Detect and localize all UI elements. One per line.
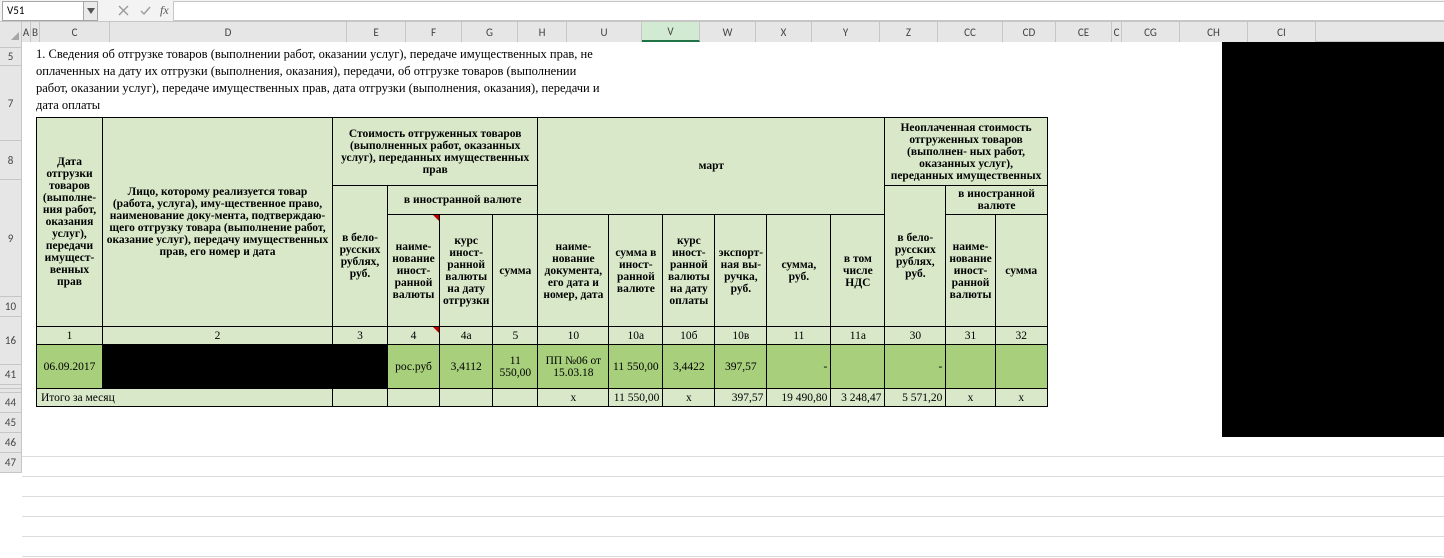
col-header-bel: в бело- русских рублях, руб. bbox=[333, 186, 388, 327]
fx-label: fx bbox=[156, 3, 173, 18]
column-header[interactable]: D bbox=[110, 22, 347, 42]
empty-grid-area[interactable] bbox=[22, 437, 1444, 557]
col-header-rate-pay: курс иност- ранной валюты на дату оплаты bbox=[663, 215, 715, 327]
col-header-foreign-group: в иностранной валюте bbox=[388, 186, 538, 215]
col-header-doc: наиме- нование документа, его дата и ном… bbox=[538, 215, 609, 327]
column-header[interactable]: G bbox=[462, 22, 518, 42]
column-header[interactable]: CG bbox=[1122, 22, 1180, 42]
check-icon bbox=[140, 5, 151, 16]
cell-sum-cur: 11 550,00 bbox=[609, 345, 663, 389]
column-header[interactable]: U bbox=[567, 22, 642, 42]
row-header[interactable]: 41 bbox=[0, 365, 21, 385]
col-header-sum: сумма bbox=[493, 215, 538, 327]
column-header[interactable]: V bbox=[642, 22, 700, 42]
row-header[interactable]: 16 bbox=[0, 317, 21, 365]
column-header[interactable]: E bbox=[347, 22, 406, 42]
column-header[interactable]: A bbox=[22, 22, 31, 42]
cell-currency: рос.руб bbox=[388, 345, 440, 389]
cell-unpaid-sum bbox=[995, 345, 1047, 389]
col-header-cur-name: наиме- нование иност- ранной валюты bbox=[388, 215, 440, 327]
cell-unpaid-bel: - bbox=[885, 345, 946, 389]
col-header-person: Лицо, которому реализуется товар (работа… bbox=[103, 118, 333, 327]
cell-bel-redacted bbox=[333, 345, 388, 389]
accept-formula-button[interactable] bbox=[134, 1, 156, 21]
select-all-triangle[interactable] bbox=[0, 22, 22, 42]
cell-sum-rub: - bbox=[767, 345, 831, 389]
column-number-row: 1 2 3 4 4а 5 10 10а 10б 10в 11 11а 30 31 bbox=[37, 327, 1048, 345]
column-header-row: ABCDEFGHUVWXYZCCCDCECCGCHCI bbox=[0, 22, 1444, 42]
col-header-sum-cur: сумма в иност- ранной валюте bbox=[609, 215, 663, 327]
col-header-vat: в том числе НДС bbox=[831, 215, 885, 327]
out-of-print-area bbox=[1222, 42, 1444, 437]
data-row: 06.09.2017 рос.руб 3,4112 11 550,00 ПП №… bbox=[37, 345, 1048, 389]
row-header[interactable]: 44 bbox=[0, 393, 21, 413]
row-header-column: 4 5 7 8 9 10 16 41 44 45 46 47 bbox=[0, 42, 22, 473]
col-header-month: март bbox=[538, 118, 885, 215]
column-header[interactable]: W bbox=[700, 22, 756, 42]
row-header[interactable]: 9 bbox=[0, 180, 21, 297]
col-header-cost-group: Стоимость отгруженных товаров (выполненн… bbox=[333, 118, 538, 186]
column-header[interactable]: H bbox=[518, 22, 567, 42]
formula-input[interactable] bbox=[173, 1, 1444, 21]
column-header[interactable]: X bbox=[756, 22, 812, 42]
column-header[interactable]: Y bbox=[812, 22, 880, 42]
total-row: Итого за месяц x 11 550,00 x 397,57 19 4… bbox=[37, 389, 1048, 407]
name-box[interactable]: V51 bbox=[2, 1, 84, 21]
cell-exp: 397,57 bbox=[715, 345, 767, 389]
col-header-cur-name2: наиме- нование иност- ранной валюты bbox=[946, 215, 995, 327]
col-header-bel2: в бело- русских рублях, руб. bbox=[885, 186, 946, 327]
column-header[interactable]: CH bbox=[1180, 22, 1248, 42]
row-header[interactable]: 8 bbox=[0, 141, 21, 180]
col-header-exp: экспорт- ная вы- ручка, руб. bbox=[715, 215, 767, 327]
cells-area[interactable]: 1. Сведения об отгрузке товаров (выполне… bbox=[22, 42, 1444, 473]
total-label: Итого за месяц bbox=[37, 389, 333, 407]
col-header-rate-ship: курс иност- ранной валюты на дату отгруз… bbox=[440, 215, 493, 327]
row-header[interactable]: 7 bbox=[0, 66, 21, 141]
col-header-sum-rub: сумма, руб. bbox=[767, 215, 831, 327]
row-header[interactable]: 10 bbox=[0, 297, 21, 317]
column-header[interactable]: CE bbox=[1056, 22, 1112, 42]
col-header-foreign2: в иностранной валюте bbox=[946, 186, 1047, 215]
row-header[interactable]: 46 bbox=[0, 433, 21, 453]
formula-bar: V51 fx bbox=[0, 0, 1444, 22]
cell-rate-pay: 3,4422 bbox=[663, 345, 715, 389]
main-table: Дата отгрузки товаров (выполне- ния рабо… bbox=[36, 117, 1048, 407]
cancel-formula-button[interactable] bbox=[112, 1, 134, 21]
column-header[interactable]: CC bbox=[938, 22, 1003, 42]
row-header[interactable]: 47 bbox=[0, 453, 21, 473]
section-title: 1. Сведения об отгрузке товаров (выполне… bbox=[36, 46, 606, 114]
cell-rate: 3,4112 bbox=[440, 345, 493, 389]
col-header-sum2: сумма bbox=[995, 215, 1047, 327]
x-icon bbox=[118, 5, 129, 16]
col-header-date: Дата отгрузки товаров (выполне- ния рабо… bbox=[37, 118, 103, 327]
cell-sum: 11 550,00 bbox=[493, 345, 538, 389]
cell-doc: ПП №06 от 15.03.18 bbox=[538, 345, 609, 389]
cell-date: 06.09.2017 bbox=[37, 345, 103, 389]
column-header[interactable]: CD bbox=[1003, 22, 1056, 42]
cell-person-redacted bbox=[103, 345, 333, 389]
row-header[interactable]: 45 bbox=[0, 413, 21, 433]
column-header[interactable]: CI bbox=[1248, 22, 1316, 42]
cell-unpaid-cur bbox=[946, 345, 995, 389]
chevron-down-icon bbox=[87, 8, 95, 14]
column-header[interactable]: B bbox=[31, 22, 40, 42]
cell-vat bbox=[831, 345, 885, 389]
row-header[interactable]: 5 bbox=[0, 48, 21, 66]
column-header[interactable]: C bbox=[1112, 22, 1122, 42]
column-header[interactable]: Z bbox=[880, 22, 938, 42]
column-header[interactable]: F bbox=[406, 22, 462, 42]
column-header[interactable]: C bbox=[40, 22, 110, 42]
col-header-unpaid-group: Неоплаченная стоимость отгруженных товар… bbox=[885, 118, 1047, 186]
name-box-dropdown[interactable] bbox=[84, 1, 98, 21]
